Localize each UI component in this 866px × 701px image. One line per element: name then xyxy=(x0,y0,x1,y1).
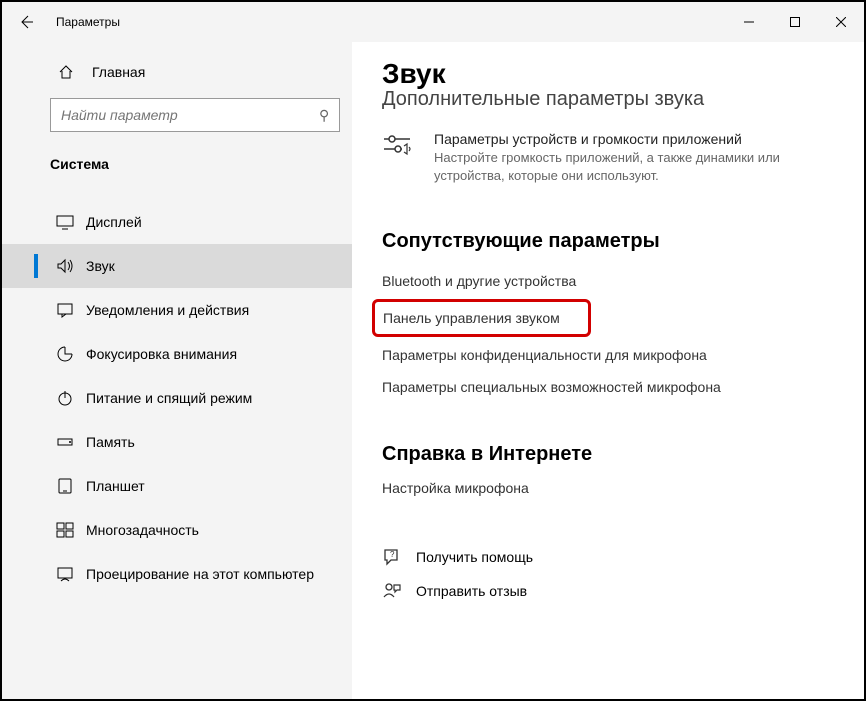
page-title: Звук xyxy=(382,58,834,90)
notifications-icon xyxy=(56,301,74,319)
link-mic-accessibility[interactable]: Параметры специальных возможностей микро… xyxy=(382,371,834,403)
sound-icon xyxy=(56,257,74,275)
storage-icon xyxy=(56,433,74,451)
nav-item-storage[interactable]: Память xyxy=(2,420,352,464)
nav-list: Дисплей Звук Уведомления и действия Фоку… xyxy=(2,200,352,596)
multitasking-icon xyxy=(56,521,74,539)
home-icon xyxy=(58,64,74,80)
nav-item-tablet[interactable]: Планшет xyxy=(2,464,352,508)
category-label: Система xyxy=(2,142,352,186)
search-icon: ⚲ xyxy=(319,107,329,124)
help-link-mic-setup[interactable]: Настройка микрофона xyxy=(382,480,834,496)
link-mic-privacy[interactable]: Параметры конфиденциальности для микрофо… xyxy=(382,339,834,371)
web-help-title: Справка в Интернете xyxy=(382,443,834,466)
close-button[interactable] xyxy=(818,2,864,42)
tablet-icon xyxy=(56,477,74,495)
titlebar: Параметры xyxy=(2,2,864,42)
related-links: Bluetooth и другие устройства Панель упр… xyxy=(382,265,834,403)
nav-label: Звук xyxy=(86,258,115,274)
nav-label: Планшет xyxy=(86,478,145,494)
projecting-icon xyxy=(56,565,74,583)
search-field[interactable] xyxy=(61,107,319,123)
nav-label: Память xyxy=(86,434,135,450)
nav-item-display[interactable]: Дисплей xyxy=(2,200,352,244)
home-label: Главная xyxy=(92,64,145,80)
advanced-sound-options[interactable]: Параметры устройств и громкости приложен… xyxy=(382,131,834,184)
power-icon xyxy=(56,389,74,407)
nav-item-multitasking[interactable]: Многозадачность xyxy=(2,508,352,552)
sliders-icon xyxy=(382,131,418,184)
nav-label: Фокусировка внимания xyxy=(86,346,237,362)
nav-item-focus[interactable]: Фокусировка внимания xyxy=(2,332,352,376)
nav-item-power[interactable]: Питание и спящий режим xyxy=(2,376,352,420)
nav-label: Дисплей xyxy=(86,214,142,230)
maximize-button[interactable] xyxy=(772,2,818,42)
link-sound-control-panel[interactable]: Панель управления звуком xyxy=(372,299,591,337)
get-help-link[interactable]: ? Получить помощь xyxy=(382,540,834,574)
nav-label: Многозадачность xyxy=(86,522,199,538)
link-bluetooth[interactable]: Bluetooth и другие устройства xyxy=(382,265,834,297)
advanced-desc: Настройте громкость приложений, а также … xyxy=(434,149,814,184)
focus-icon xyxy=(56,345,74,363)
nav-label: Уведомления и действия xyxy=(86,302,249,318)
svg-text:?: ? xyxy=(390,550,395,559)
home-link[interactable]: Главная xyxy=(2,56,352,88)
window-title: Параметры xyxy=(56,15,120,29)
feedback-link[interactable]: Отправить отзыв xyxy=(382,574,834,608)
footer-links: ? Получить помощь Отправить отзыв xyxy=(382,540,834,608)
nav-item-notifications[interactable]: Уведомления и действия xyxy=(2,288,352,332)
minimize-button[interactable] xyxy=(726,2,772,42)
feedback-label: Отправить отзыв xyxy=(416,583,527,599)
display-icon xyxy=(56,213,74,231)
search-input[interactable]: ⚲ xyxy=(50,98,340,132)
settings-window: Параметры Главная ⚲ Система xyxy=(0,0,866,701)
subsection-title: Дополнительные параметры звука xyxy=(382,88,834,111)
nav-label: Проецирование на этот компьютер xyxy=(86,566,314,582)
back-button[interactable] xyxy=(2,2,50,42)
get-help-icon: ? xyxy=(382,547,402,567)
content-area: Звук Дополнительные параметры звука Пара… xyxy=(352,42,864,699)
nav-item-projecting[interactable]: Проецирование на этот компьютер xyxy=(2,552,352,596)
related-settings-title: Сопутствующие параметры xyxy=(382,230,834,253)
get-help-label: Получить помощь xyxy=(416,549,533,565)
nav-label: Питание и спящий режим xyxy=(86,390,252,406)
window-controls xyxy=(726,2,864,42)
feedback-icon xyxy=(382,581,402,601)
sidebar: Главная ⚲ Система Дисплей Звук xyxy=(2,42,352,699)
advanced-title: Параметры устройств и громкости приложен… xyxy=(434,131,814,147)
nav-item-sound[interactable]: Звук xyxy=(2,244,352,288)
